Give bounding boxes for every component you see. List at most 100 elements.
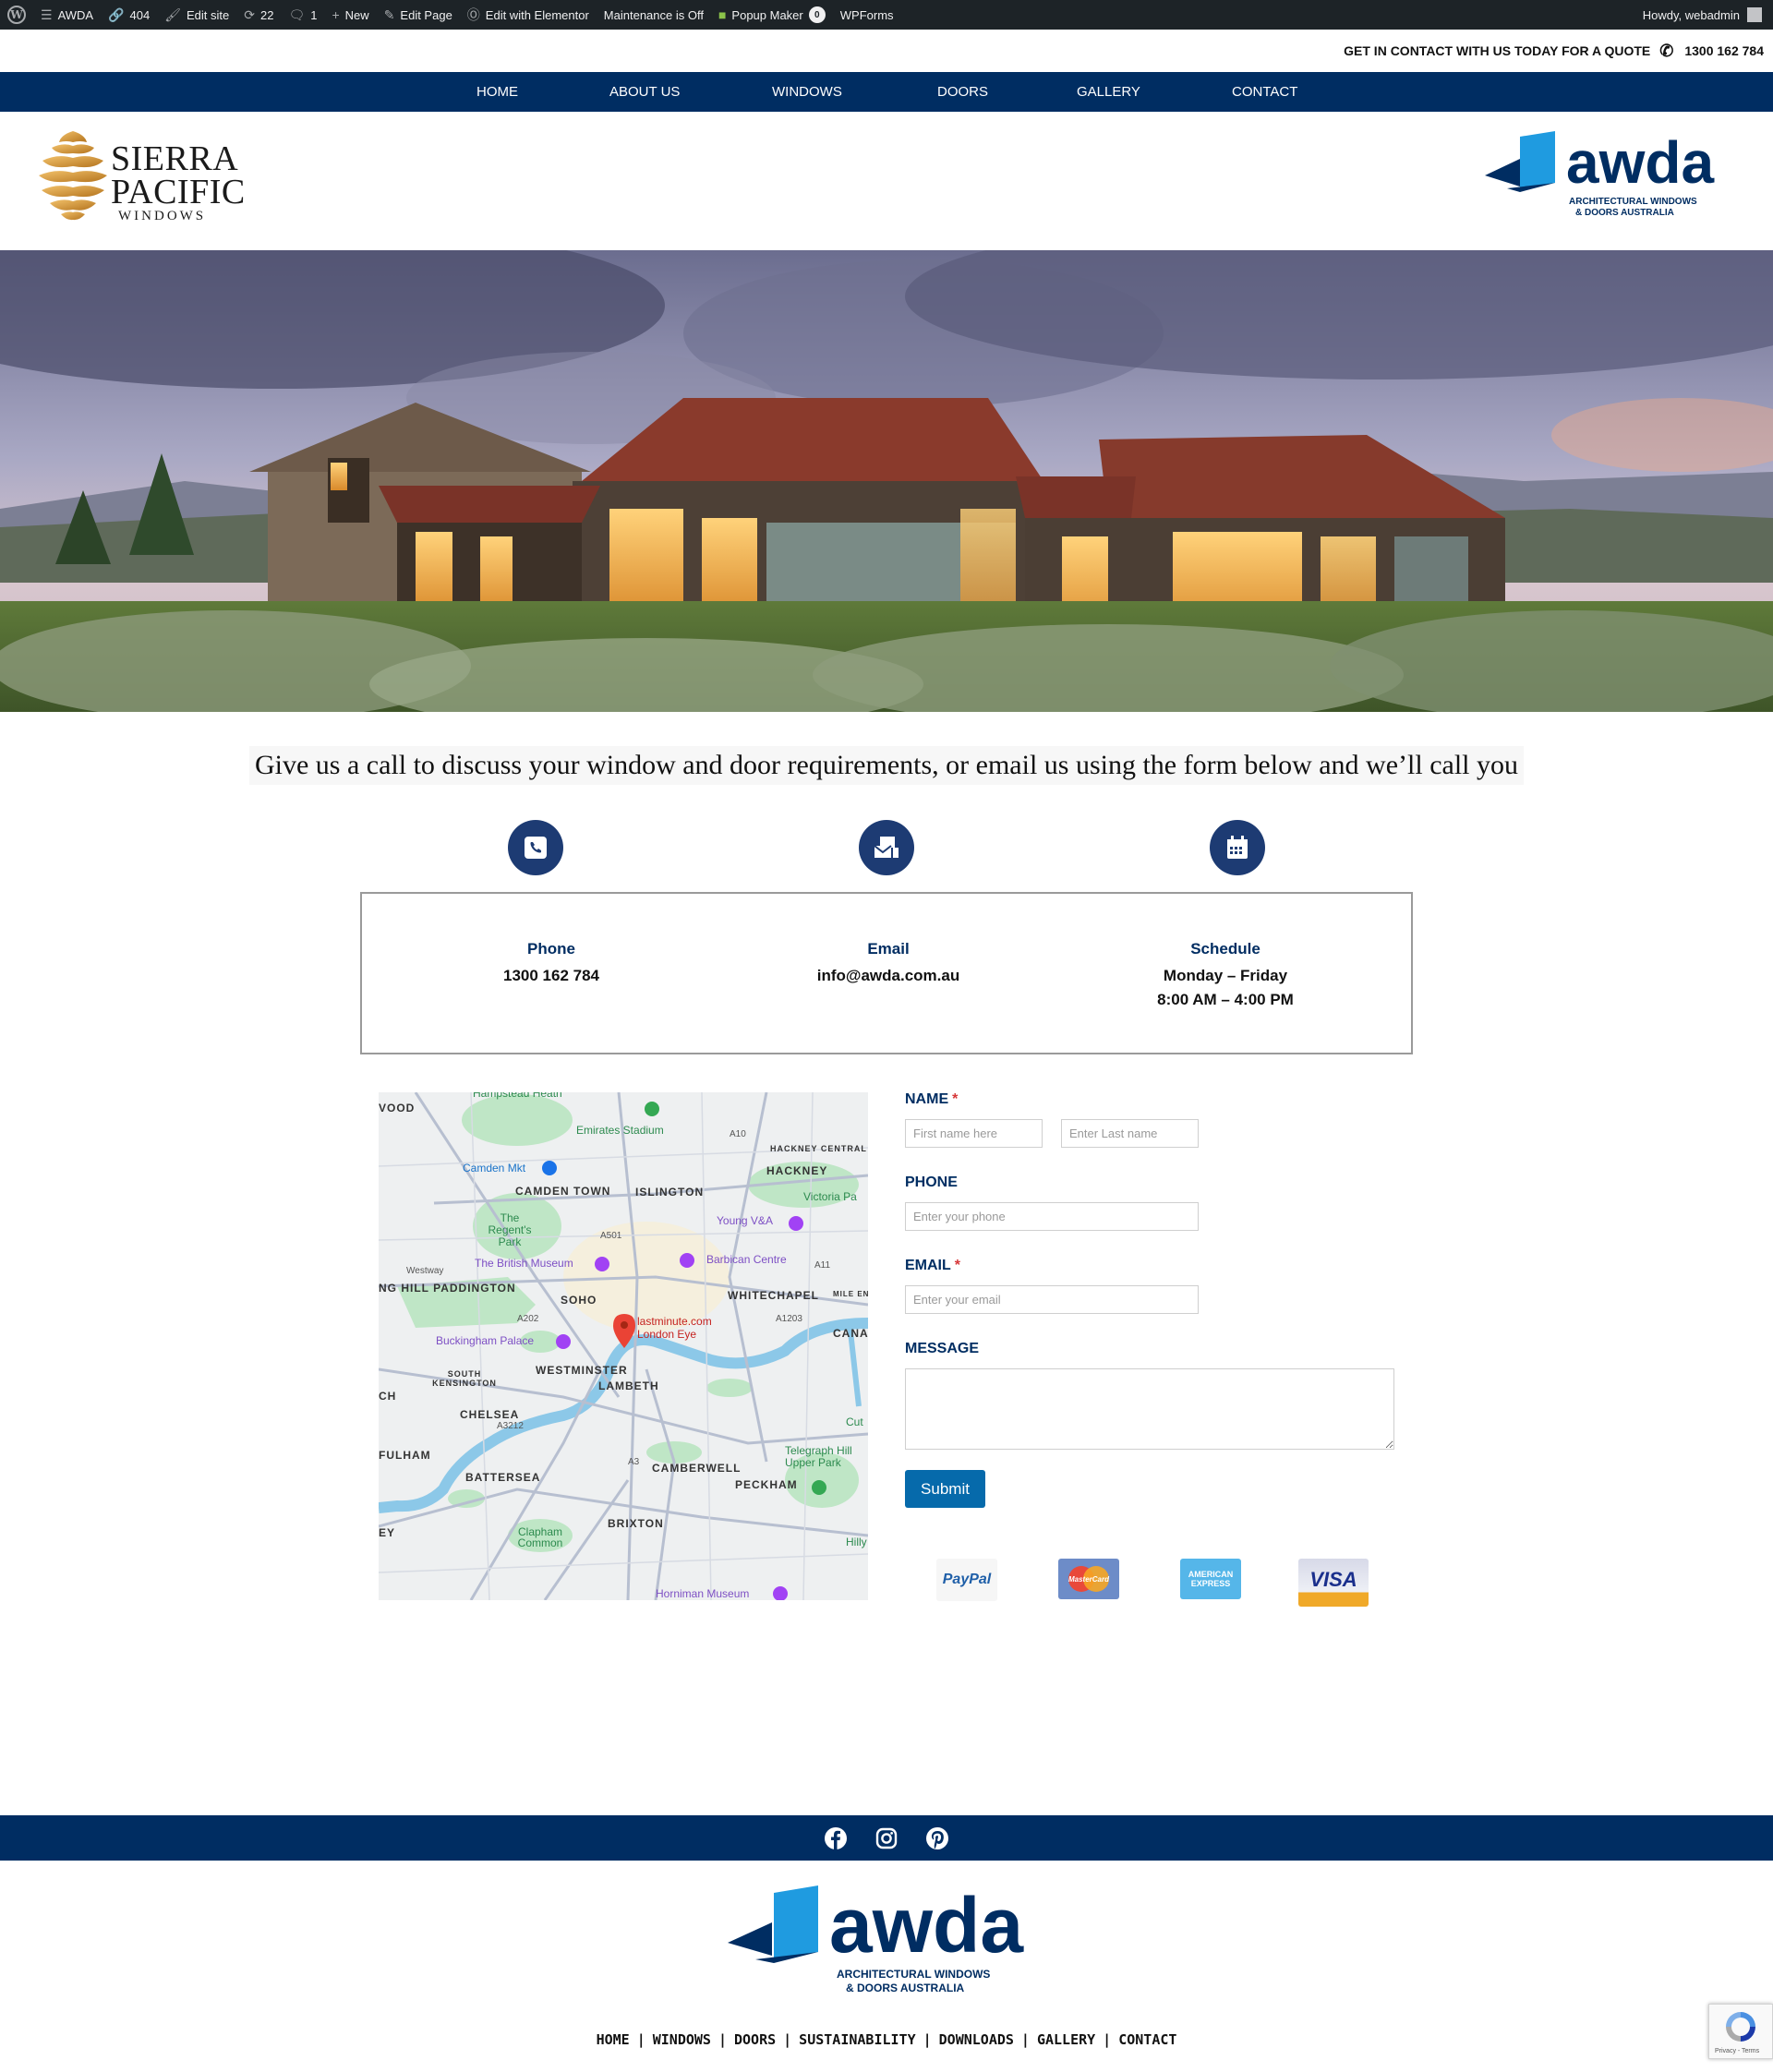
maintenance-toggle[interactable]: Maintenance is Off xyxy=(597,0,711,30)
footer-nav-downloads[interactable]: DOWNLOADS xyxy=(939,2031,1014,2048)
map-pin-label[interactable]: lastminute.com London Eye xyxy=(637,1315,739,1341)
amex-line2: EXPRESS xyxy=(1190,1579,1231,1588)
footer-nav-contact[interactable]: CONTACT xyxy=(1118,2031,1176,2048)
map-road-a1203: A1203 xyxy=(776,1314,802,1324)
map-label-peckham: PECKHAM xyxy=(735,1478,798,1491)
map-road-a10: A10 xyxy=(730,1129,746,1139)
edit-site-link[interactable]: 🖌 Edit site xyxy=(157,0,236,30)
map-label-hampstead: Hampstead Heath xyxy=(473,1092,562,1100)
sierra-pacific-logo[interactable]: SIERRA PACIFIC WINDOWS xyxy=(35,127,245,223)
awda-logo[interactable]: awda ARCHITECTURAL WINDOWS & DOORS AUSTR… xyxy=(1485,131,1736,220)
popup-maker-menu[interactable]: ■ Popup Maker 0 xyxy=(711,0,833,30)
howdy-label: Howdy, webadmin xyxy=(1642,7,1740,22)
map-label-cut: Cut xyxy=(846,1415,863,1428)
main-navigation: HOME ABOUT US WINDOWS DOORS GALLERY CONT… xyxy=(0,72,1773,112)
phone-input[interactable] xyxy=(905,1202,1199,1231)
email-value[interactable]: info@awda.com.au xyxy=(750,964,1027,988)
redirect-404-menu[interactable]: 🔗 404 xyxy=(101,0,157,30)
elementor-icon: Ⓞ xyxy=(466,7,480,22)
map-label-soho: SOHO xyxy=(561,1294,597,1307)
nav-doors[interactable]: DOORS xyxy=(937,72,988,112)
instagram-icon[interactable] xyxy=(874,1826,899,1850)
elementor-label: Edit with Elementor xyxy=(485,7,589,22)
footer-nav-doors[interactable]: DOORS xyxy=(734,2031,776,2048)
wpforms-label: WPForms xyxy=(839,7,894,22)
facebook-icon[interactable] xyxy=(824,1826,848,1850)
map-label-cana: CANA xyxy=(833,1327,868,1340)
map-label-hackney: HACKNEY xyxy=(766,1164,828,1177)
last-name-input[interactable] xyxy=(1061,1119,1199,1148)
map-label-south-kensington: SOUTH KENSINGTON xyxy=(432,1369,497,1388)
map-label-westminster: WESTMINSTER xyxy=(536,1364,628,1377)
comments-link[interactable]: 🗨 1 xyxy=(281,0,324,30)
map-road-a501: A501 xyxy=(600,1231,622,1241)
brush-icon: 🖌 xyxy=(164,6,182,22)
nav-home[interactable]: HOME xyxy=(476,72,518,112)
email-info: Email info@awda.com.au xyxy=(750,940,1027,988)
my-account-menu[interactable]: Howdy, webadmin xyxy=(1643,7,1773,22)
footer-awda-tagline-1: ARCHITECTURAL WINDOWS xyxy=(837,1968,990,1981)
schedule-heading: Schedule xyxy=(1190,940,1260,958)
email-label: EMAIL * xyxy=(905,1258,960,1274)
name-label: NAME * xyxy=(905,1091,958,1108)
google-map[interactable]: Hampstead Heath VOOD Emirates Stadium Ca… xyxy=(379,1092,868,1600)
map-label-mile-end: MILE EN xyxy=(833,1290,868,1298)
footer-awda-tagline-2: & DOORS AUSTRALIA xyxy=(846,1982,965,1994)
popup-maker-icon: ■ xyxy=(718,7,727,22)
popup-count-badge: 0 xyxy=(808,6,826,23)
broken-link-icon: 🔗 xyxy=(108,6,125,22)
amex-line1: AMERICAN xyxy=(1188,1570,1234,1579)
name-label-text: NAME xyxy=(905,1091,949,1107)
updates-link[interactable]: ⟳ 22 xyxy=(236,0,281,30)
map-label-ch: CH xyxy=(379,1390,397,1403)
updates-icon: ⟳ xyxy=(244,6,255,22)
map-label-ey: EY xyxy=(379,1526,396,1539)
required-marker: * xyxy=(954,1258,961,1273)
footer-nav-separator: | xyxy=(636,2031,645,2048)
mail-bulk-icon xyxy=(874,837,899,858)
schedule-info: Schedule Monday – Friday 8:00 AM – 4:00 … xyxy=(1087,940,1364,1012)
map-road-a11: A11 xyxy=(814,1260,831,1271)
nav-contact[interactable]: CONTACT xyxy=(1232,72,1297,112)
comments-count: 1 xyxy=(310,7,318,22)
popup-maker-label: Popup Maker xyxy=(731,7,803,22)
maintenance-label: Maintenance is Off xyxy=(603,7,704,22)
top-contact-bar: GET IN CONTACT WITH US TODAY FOR A QUOTE… xyxy=(0,30,1773,72)
nav-about-us[interactable]: ABOUT US xyxy=(609,72,680,112)
recaptcha-badge[interactable]: Privacy - Terms xyxy=(1708,2004,1773,2059)
new-content-menu[interactable]: + New xyxy=(324,0,376,30)
top-phone-number[interactable]: 1300 162 784 xyxy=(1684,43,1764,58)
edit-page-label: Edit Page xyxy=(400,7,452,22)
footer-awda-logo[interactable]: awda ARCHITECTURAL WINDOWS & DOORS AUSTR… xyxy=(728,1884,1045,1998)
phone-value[interactable]: 1300 162 784 xyxy=(413,964,690,988)
map-label-buckingham: Buckingham Palace xyxy=(436,1334,535,1347)
pinterest-icon[interactable] xyxy=(925,1826,949,1850)
intro-text-row: Give us a call to discuss your window an… xyxy=(0,746,1773,785)
schedule-hours: 8:00 AM – 4:00 PM xyxy=(1157,991,1294,1008)
footer-nav-home[interactable]: HOME xyxy=(597,2031,630,2048)
email-input[interactable] xyxy=(905,1285,1199,1314)
footer-nav-sustainability[interactable]: SUSTAINABILITY xyxy=(799,2031,915,2048)
edit-site-label: Edit site xyxy=(187,7,230,22)
nav-windows[interactable]: WINDOWS xyxy=(772,72,842,112)
nav-gallery[interactable]: GALLERY xyxy=(1077,72,1140,112)
amex-logo: AMERICAN EXPRESS xyxy=(1180,1559,1241,1599)
recaptcha-privacy-terms[interactable]: Privacy - Terms xyxy=(1715,2048,1759,2054)
map-label-camberwell: CAMBERWELL xyxy=(652,1462,742,1475)
email-heading: Email xyxy=(867,940,910,958)
paypal-text: PayPal xyxy=(942,1572,992,1587)
footer-nav-gallery[interactable]: GALLERY xyxy=(1037,2031,1095,2048)
updates-count: 22 xyxy=(260,7,274,22)
phone-info: Phone 1300 162 784 xyxy=(413,940,690,988)
site-name-menu[interactable]: ☰ AWDA xyxy=(33,0,101,30)
first-name-input[interactable] xyxy=(905,1119,1043,1148)
footer-nav-windows[interactable]: WINDOWS xyxy=(653,2031,711,2048)
wpforms-menu[interactable]: WPForms xyxy=(833,0,901,30)
map-road-a3212: A3212 xyxy=(497,1421,524,1431)
hero-image xyxy=(0,250,1773,712)
edit-page-link[interactable]: ✎ Edit Page xyxy=(377,0,460,30)
elementor-link[interactable]: Ⓞ Edit with Elementor xyxy=(460,0,597,30)
message-textarea[interactable] xyxy=(905,1368,1394,1450)
wordpress-menu[interactable]: W xyxy=(0,0,33,30)
submit-button[interactable]: Submit xyxy=(905,1470,985,1508)
